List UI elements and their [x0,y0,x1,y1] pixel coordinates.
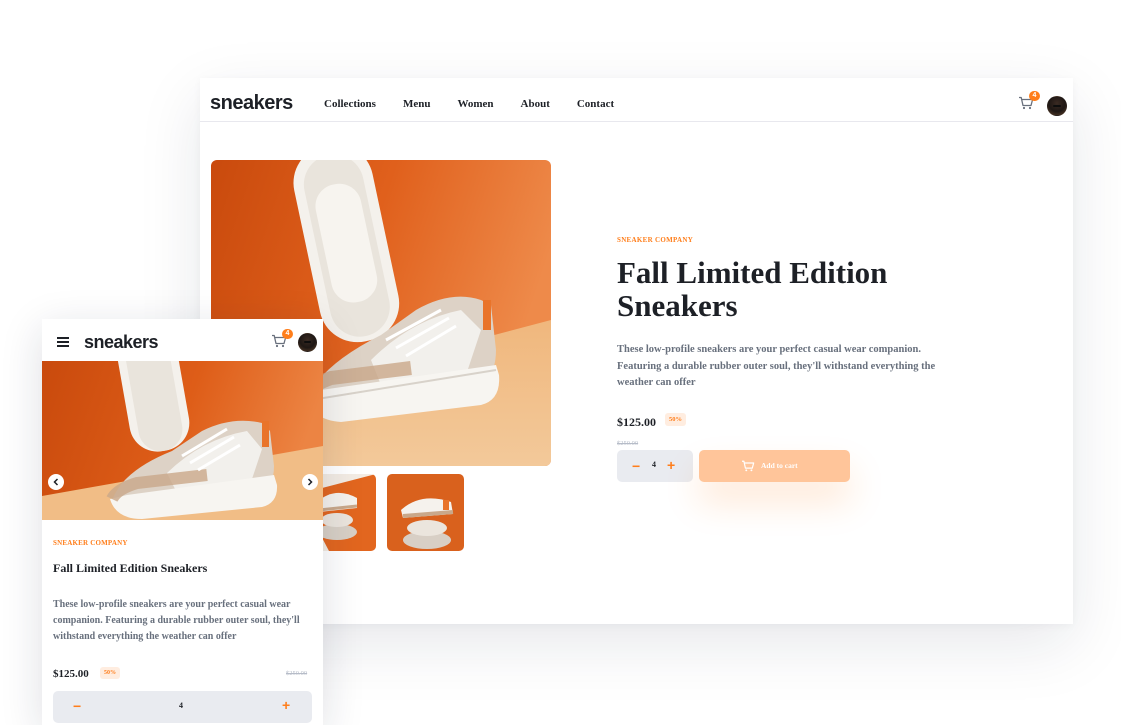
product-title: Fall Limited Edition Sneakers [617,255,888,323]
discount-badge: 50% [665,413,686,426]
nav-link-about[interactable]: About [521,98,550,110]
original-price: $250.00 [617,440,639,447]
add-to-cart-label: Add to cart [761,461,798,470]
product-title: Fall Limited Edition Sneakers [53,561,208,575]
mobile-product-image [42,361,323,520]
logo[interactable]: sneakers [210,92,293,115]
decrease-quantity-button[interactable]: − [73,698,81,714]
stage: sneakers Collections Menu Women About Co… [0,0,1121,725]
company-label: SNEAKER COMPANY [53,539,128,547]
logo[interactable]: sneakers [84,332,159,353]
nav-link-menu[interactable]: Menu [403,98,431,110]
avatar[interactable] [298,333,317,352]
product-description: These low-profile sneakers are your perf… [53,599,300,642]
thumbnail-3[interactable] [387,474,464,551]
company-label: SNEAKER COMPANY [617,236,694,244]
nav-link-contact[interactable]: Contact [577,98,614,110]
nav-link-women[interactable]: Women [457,98,493,110]
chevron-left-icon[interactable] [48,474,64,490]
increase-quantity-button[interactable]: + [667,457,675,473]
nav-link-collections[interactable]: Collections [324,98,376,110]
discount-badge: 50% [100,667,120,679]
current-price: $125.00 [617,415,656,429]
increase-quantity-button[interactable]: + [282,697,290,713]
chevron-right-icon[interactable] [302,474,318,490]
original-price: $250.00 [286,670,308,677]
quantity-stepper: − 4 + [53,691,312,723]
quantity-value: 4 [179,701,183,710]
current-price: $125.00 [53,668,89,680]
nav-links: Collections Menu Women About Contact [324,98,614,110]
add-to-cart-button[interactable]: Add to cart [699,450,850,482]
cart-count-badge: 4 [282,329,293,339]
decrease-quantity-button[interactable]: − [632,458,640,474]
product-description: These low-profile sneakers are your perf… [617,344,936,388]
cart-icon [741,460,755,472]
desktop-view: sneakers Collections Menu Women About Co… [200,78,1073,624]
cart-count-badge: 4 [1029,91,1040,101]
quantity-stepper: − 4 + [617,450,693,482]
quantity-value: 4 [652,460,656,469]
desktop-navbar: sneakers Collections Menu Women About Co… [200,78,1073,122]
mobile-view: sneakers 4 SNEAKER COMPANY Fall Limited … [42,319,323,725]
avatar[interactable] [1047,96,1067,116]
hamburger-icon[interactable] [57,337,69,347]
